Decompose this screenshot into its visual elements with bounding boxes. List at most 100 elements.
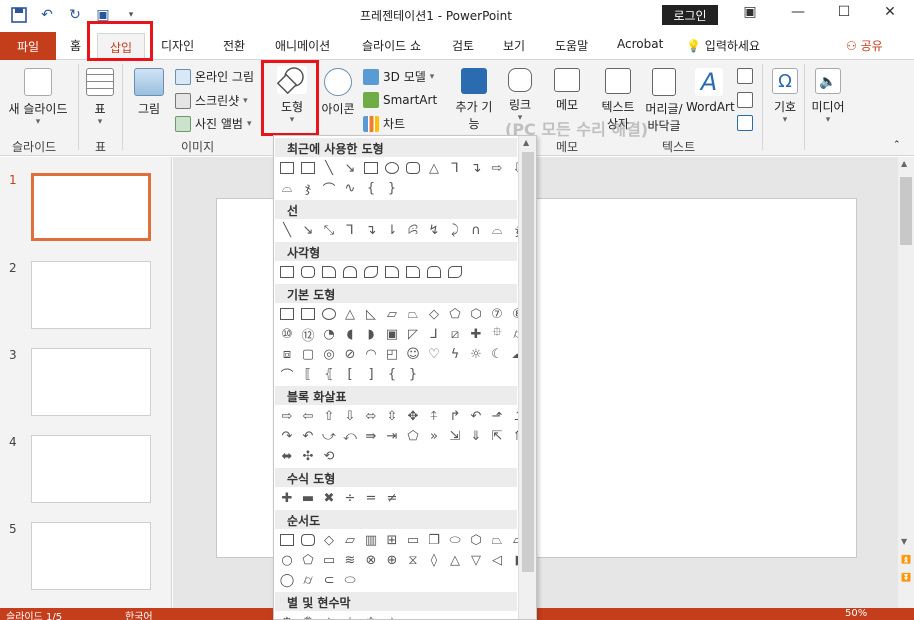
explosion-shape-icon[interactable]: ✸ bbox=[278, 613, 296, 620]
stored-data-shape-icon[interactable]: ◁ bbox=[488, 551, 506, 569]
round-same-side-shape-icon[interactable] bbox=[425, 263, 443, 281]
picture-button[interactable]: 그림 bbox=[128, 68, 170, 117]
online-picture-button[interactable]: 온라인 그림 bbox=[175, 68, 254, 85]
tab-acrobat[interactable]: Acrobat bbox=[617, 37, 663, 51]
memo-button[interactable]: 메모 bbox=[550, 68, 584, 113]
rounded-rectangle-shape-icon[interactable] bbox=[299, 263, 317, 281]
wordart-button[interactable]: A WordArt bbox=[686, 68, 735, 114]
chevron-shape-icon[interactable]: » bbox=[425, 427, 443, 445]
star4-shape-icon[interactable]: ✦ bbox=[320, 613, 338, 620]
manual-input-shape-icon[interactable]: ⏢ bbox=[488, 531, 506, 549]
new-slide-button[interactable]: 새 슬라이드 ▾ bbox=[2, 68, 74, 127]
merge-shape-icon[interactable]: ▽ bbox=[467, 551, 485, 569]
right-bracket-shape-icon[interactable]: ] bbox=[362, 365, 380, 383]
lightning-bolt-shape-icon[interactable]: ϟ bbox=[446, 345, 464, 363]
left-arrow-shape-icon[interactable]: ⇦ bbox=[299, 407, 317, 425]
trapezoid-shape-icon[interactable]: ⏢ bbox=[404, 305, 422, 323]
tab-design[interactable]: 디자인 bbox=[161, 37, 194, 54]
line-shape-icon[interactable]: ╲ bbox=[320, 159, 338, 177]
up-down-arrow-shape-icon[interactable]: ⇳ bbox=[383, 407, 401, 425]
symbol-button[interactable]: Ω 기호 ▾ bbox=[768, 68, 802, 125]
up-arrow-shape-icon[interactable]: ⇧ bbox=[320, 407, 338, 425]
oval-shape-icon[interactable] bbox=[383, 159, 401, 177]
preparation-shape-icon[interactable]: ⬡ bbox=[467, 531, 485, 549]
double-brace-shape-icon[interactable]: ⦃ bbox=[320, 365, 338, 383]
minus-shape-icon[interactable]: ▬ bbox=[299, 489, 317, 507]
elbow-arrow-shape-icon[interactable]: ↴ bbox=[362, 221, 380, 239]
star7-shape-icon[interactable]: ✧ bbox=[383, 613, 401, 620]
scroll-up-icon[interactable]: ▲ bbox=[901, 159, 907, 168]
right-callout-arrow-shape-icon[interactable]: ⇲ bbox=[446, 427, 464, 445]
frame-shape-icon[interactable]: ▣ bbox=[383, 325, 401, 343]
tab-review[interactable]: 검토 bbox=[452, 37, 474, 54]
left-callout-arrow-shape-icon[interactable]: ⇱ bbox=[488, 427, 506, 445]
rounded-rectangle-shape-icon[interactable] bbox=[404, 159, 422, 177]
tab-view[interactable]: 보기 bbox=[503, 37, 525, 54]
pie-shape-icon[interactable]: ◔ bbox=[320, 325, 338, 343]
3d-model-button[interactable]: 3D 모델 ▾ bbox=[363, 68, 434, 85]
right-arrow-shape-icon[interactable]: ⇨ bbox=[488, 159, 506, 177]
division-shape-icon[interactable]: ÷ bbox=[341, 489, 359, 507]
tab-file[interactable]: 파일 bbox=[0, 32, 56, 60]
extract-shape-icon[interactable]: △ bbox=[446, 551, 464, 569]
left-right-callout-shape-icon[interactable]: ⬌ bbox=[278, 447, 296, 465]
slide-thumbnail[interactable] bbox=[31, 522, 151, 590]
login-button[interactable]: 로그인 bbox=[662, 5, 718, 25]
curve-shape-icon[interactable]: ∩ bbox=[467, 221, 485, 239]
triangle-shape-icon[interactable]: △ bbox=[341, 305, 359, 323]
explosion2-shape-icon[interactable]: ✺ bbox=[299, 613, 317, 620]
tab-home[interactable]: 홈 bbox=[70, 37, 81, 54]
summing-junction-shape-icon[interactable]: ⊗ bbox=[362, 551, 380, 569]
collapse-ribbon-icon[interactable]: ⌃ bbox=[893, 140, 901, 150]
data-shape-icon[interactable]: ▱ bbox=[341, 531, 359, 549]
sun-shape-icon[interactable]: ☼ bbox=[467, 345, 485, 363]
cross-shape-icon[interactable]: ✚ bbox=[467, 325, 485, 343]
ribbon-display-options-icon[interactable]: ▣ bbox=[740, 4, 760, 20]
snip-single-corner-shape-icon[interactable] bbox=[320, 263, 338, 281]
heart-shape-icon[interactable]: ♡ bbox=[425, 345, 443, 363]
multiply-shape-icon[interactable]: ✖ bbox=[320, 489, 338, 507]
tab-help[interactable]: 도움말 bbox=[555, 37, 588, 54]
freeform-shape-icon[interactable]: ⌓ bbox=[278, 179, 296, 197]
link-button[interactable]: 링크 ▾ bbox=[505, 68, 535, 123]
plaque-shape-icon[interactable]: ⯐ bbox=[488, 325, 506, 343]
triangle-shape-icon[interactable]: △ bbox=[425, 159, 443, 177]
double-bracket-shape-icon[interactable]: ⟦ bbox=[299, 365, 317, 383]
rectangle-shape-icon[interactable] bbox=[362, 159, 380, 177]
plus-shape-icon[interactable]: ✚ bbox=[278, 489, 296, 507]
curved-left-arrow-shape-icon[interactable]: ↶ bbox=[299, 427, 317, 445]
tab-slideshow[interactable]: 슬라이드 쇼 bbox=[362, 37, 421, 54]
table-button[interactable]: 표 ▾ bbox=[82, 68, 118, 127]
decagon-shape-icon[interactable]: ⑩ bbox=[278, 325, 296, 343]
left-right-up-arrow-shape-icon[interactable]: ⍏ bbox=[425, 407, 443, 425]
off-page-connector-shape-icon[interactable]: ⬠ bbox=[299, 551, 317, 569]
equal-shape-icon[interactable]: = bbox=[362, 489, 380, 507]
date-time-button[interactable] bbox=[737, 68, 753, 84]
document-shape-icon[interactable]: ▭ bbox=[404, 531, 422, 549]
card-shape-icon[interactable]: ▭ bbox=[320, 551, 338, 569]
screenshot-button[interactable]: 스크린샷 ▾ bbox=[175, 92, 248, 109]
vertical-textbox-shape-icon[interactable] bbox=[299, 305, 317, 323]
vertical-scrollbar[interactable]: ▲ ▼ ⏫ ⏬ bbox=[898, 157, 914, 608]
bent-arrow-shape-icon[interactable]: ↱ bbox=[446, 407, 464, 425]
freeform-shape-icon[interactable]: ⌓ bbox=[488, 221, 506, 239]
double-arrow-line-shape-icon[interactable]: ⤡ bbox=[320, 221, 338, 239]
no-symbol-shape-icon[interactable]: ⊘ bbox=[341, 345, 359, 363]
slide-thumbnail[interactable] bbox=[31, 261, 151, 329]
direct-access-storage-shape-icon[interactable]: ⊂ bbox=[320, 571, 338, 589]
curved-down-arrow-shape-icon[interactable]: ⤺ bbox=[341, 427, 359, 445]
diamond-shape-icon[interactable]: ◇ bbox=[425, 305, 443, 323]
left-right-arrow-shape-icon[interactable]: ⬄ bbox=[362, 407, 380, 425]
tab-transitions[interactable]: 전환 bbox=[223, 37, 245, 54]
oval-shape-icon[interactable] bbox=[320, 305, 338, 323]
predefined-process-shape-icon[interactable]: ▥ bbox=[362, 531, 380, 549]
tell-me-search[interactable]: 💡 입력하세요 bbox=[686, 37, 760, 54]
sequential-access-storage-shape-icon[interactable]: ◯ bbox=[278, 571, 296, 589]
star6-shape-icon[interactable]: ✡ bbox=[362, 613, 380, 620]
l-shape-icon[interactable]: ⅃ bbox=[425, 325, 443, 343]
slide-thumbnail[interactable] bbox=[31, 435, 151, 503]
redo-icon[interactable]: ↻ bbox=[66, 6, 84, 24]
arc-shape-icon[interactable]: ⌒ bbox=[278, 365, 296, 384]
right-triangle-shape-icon[interactable]: ◺ bbox=[362, 305, 380, 323]
or-shape-icon[interactable]: ⊕ bbox=[383, 551, 401, 569]
